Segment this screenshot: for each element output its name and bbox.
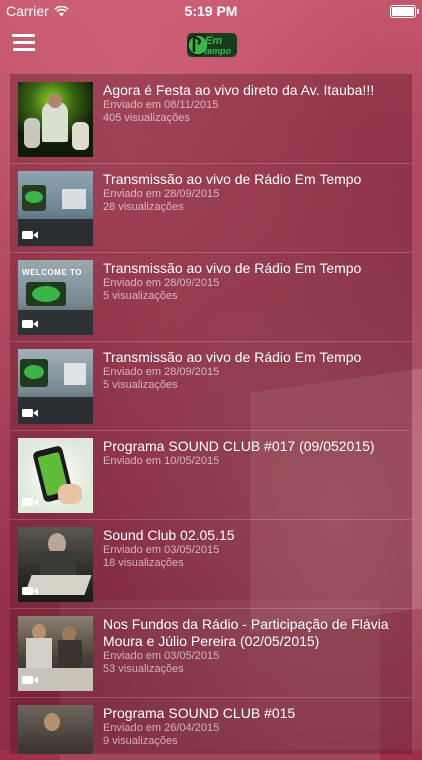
video-camera-icon <box>22 231 38 239</box>
video-title: Nos Fundos da Rádio - Participação de Fl… <box>103 616 389 649</box>
video-date: Enviado em 26/04/2015 <box>103 722 220 734</box>
battery-icon <box>390 5 419 18</box>
video-views: 5 visualizações <box>103 290 178 302</box>
video-views: 18 visualizações <box>103 557 184 569</box>
navigation-bar: Em tempo <box>0 22 422 66</box>
video-list-item[interactable]: Transmissão ao vivo de Rádio Em Tempo En… <box>10 341 412 431</box>
video-thumbnail <box>18 349 93 424</box>
video-list-item[interactable]: Nos Fundos da Rádio - Participação de Fl… <box>10 608 412 698</box>
video-thumbnail <box>18 616 93 691</box>
video-list-item[interactable]: Agora é Festa ao vivo direto da Av. Itau… <box>10 74 412 164</box>
video-list-item[interactable]: WELCOME TO Transmissão ao vivo de Rádio … <box>10 252 412 342</box>
video-list-item[interactable]: Sound Club 02.05.15 Enviado em 03/05/201… <box>10 519 412 609</box>
video-title: Programa SOUND CLUB #017 (09/052015) <box>103 438 375 454</box>
video-list-item[interactable]: Programa SOUND CLUB #017 (09/052015) Env… <box>10 430 412 520</box>
video-title: Transmissão ao vivo de Rádio Em Tempo <box>103 171 362 187</box>
hamburger-icon <box>13 34 35 37</box>
video-thumbnail <box>18 438 93 513</box>
video-camera-icon <box>22 498 38 506</box>
video-title: Transmissão ao vivo de Rádio Em Tempo <box>103 260 362 276</box>
video-list-item[interactable]: Programa SOUND CLUB #015 Enviado em 26/0… <box>10 697 412 754</box>
video-camera-icon <box>22 320 38 328</box>
video-title: Transmissão ao vivo de Rádio Em Tempo <box>103 349 362 365</box>
video-title: Agora é Festa ao vivo direto da Av. Itau… <box>103 82 375 98</box>
status-bar: Carrier 5:19 PM <box>0 0 422 22</box>
video-camera-icon <box>22 676 38 684</box>
video-views: 53 visualizações <box>103 663 184 675</box>
video-views: 9 visualizações <box>103 735 178 747</box>
video-date: Enviado em 28/09/2015 <box>103 366 220 378</box>
video-title: Sound Club 02.05.15 <box>103 527 235 543</box>
welcome-sign-text: WELCOME TO <box>22 268 82 277</box>
video-thumbnail <box>18 527 93 602</box>
video-date: Enviado em 28/09/2015 <box>103 277 220 289</box>
video-views: 28 visualizações <box>103 201 184 213</box>
app-logo: Em tempo <box>187 33 237 57</box>
video-camera-icon <box>22 587 38 595</box>
video-views: 5 visualizações <box>103 379 178 391</box>
video-thumbnail <box>18 82 93 157</box>
video-camera-icon <box>22 409 38 417</box>
video-thumbnail: WELCOME TO <box>18 260 93 335</box>
video-thumbnail <box>18 705 93 754</box>
video-list-item[interactable]: Transmissão ao vivo de Rádio Em Tempo En… <box>10 163 412 253</box>
video-views: 405 visualizações <box>103 112 190 124</box>
video-date: Enviado em 03/05/2015 <box>103 650 220 662</box>
svg-text:tempo: tempo <box>204 46 232 56</box>
video-list: Agora é Festa ao vivo direto da Av. Itau… <box>10 74 412 754</box>
clock: 5:19 PM <box>184 3 238 19</box>
video-thumbnail <box>18 171 93 246</box>
video-date: Enviado em 08/11/2015 <box>103 99 219 111</box>
video-title: Programa SOUND CLUB #015 <box>103 705 296 721</box>
menu-button[interactable] <box>12 34 35 52</box>
video-date: Enviado em 03/05/2015 <box>103 544 220 556</box>
video-date: Enviado em 10/05/2015 <box>103 455 220 467</box>
video-date: Enviado em 28/09/2015 <box>103 188 220 200</box>
